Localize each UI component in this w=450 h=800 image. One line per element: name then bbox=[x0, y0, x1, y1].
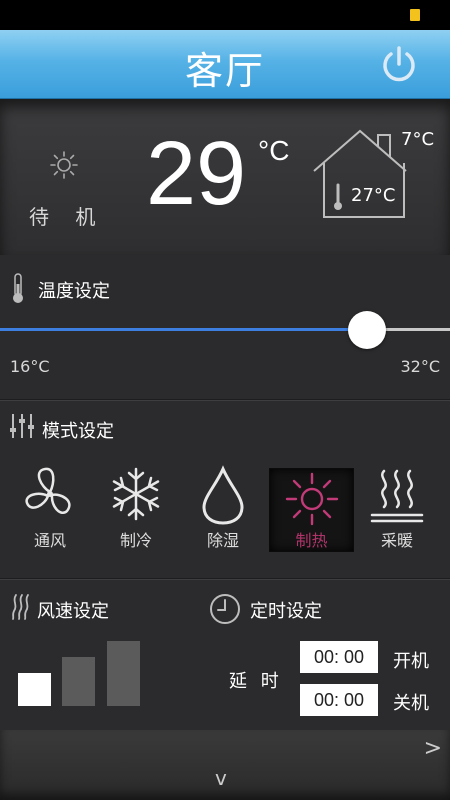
mode-label: 通风 bbox=[33, 531, 66, 550]
mode-dehumidify-button[interactable]: 除湿 bbox=[183, 465, 263, 551]
timer-section-title: 定时设定 bbox=[250, 601, 322, 622]
temperature-slider-thumb[interactable] bbox=[347, 311, 386, 349]
fan-section-title: 风速设定 bbox=[37, 601, 109, 622]
fan-icon bbox=[25, 467, 71, 514]
app-header: 客厅 bbox=[0, 30, 450, 99]
sun-icon bbox=[285, 472, 338, 526]
sun-icon bbox=[50, 151, 78, 179]
mode-cooling-button[interactable]: 制冷 bbox=[96, 465, 176, 551]
indoor-temperature: 27°C bbox=[351, 185, 396, 206]
divider bbox=[0, 399, 450, 400]
power-on-label: 开机 bbox=[393, 651, 429, 672]
next-page-chevron-icon[interactable]: > bbox=[424, 736, 442, 761]
mode-label: 采暖 bbox=[380, 531, 413, 550]
temperature-min-label: 16°C bbox=[10, 357, 50, 376]
mode-label: 制冷 bbox=[119, 531, 152, 550]
temperature-slider-fill bbox=[0, 328, 367, 331]
mode-ventilation-button[interactable]: 通风 bbox=[10, 465, 90, 551]
fan-speed-low-button[interactable] bbox=[18, 673, 51, 706]
mode-status-text: 待 机 bbox=[29, 205, 106, 229]
power-off-time-field[interactable]: 00: 00 bbox=[300, 684, 378, 716]
mode-section-title: 模式设定 bbox=[42, 421, 114, 442]
status-panel: 待 机 29 °C 7°C 27°C bbox=[0, 99, 450, 255]
temperature-unit: °C bbox=[258, 135, 290, 166]
power-off-label: 关机 bbox=[393, 693, 429, 714]
heating-waves-icon bbox=[370, 469, 424, 523]
power-icon[interactable] bbox=[376, 44, 422, 84]
expand-chevron-icon[interactable]: v bbox=[215, 766, 227, 790]
footer-bar: > v bbox=[0, 730, 450, 800]
clock-icon bbox=[210, 594, 240, 624]
droplet-icon bbox=[202, 465, 244, 525]
thermometer-icon bbox=[13, 273, 23, 303]
mode-floor-heating-button[interactable]: 采暖 bbox=[357, 465, 437, 551]
mode-label: 除湿 bbox=[206, 531, 239, 550]
battery-icon bbox=[410, 9, 420, 21]
power-on-time-field[interactable]: 00: 00 bbox=[300, 641, 378, 673]
snowflake-icon bbox=[112, 467, 160, 521]
outdoor-temperature: 7°C bbox=[401, 129, 435, 150]
mode-label: 制热 bbox=[295, 531, 328, 550]
delay-label: 延 时 bbox=[229, 671, 283, 692]
mode-heating-button[interactable]: 制热 bbox=[269, 468, 354, 552]
wind-icon bbox=[12, 594, 29, 620]
divider bbox=[0, 578, 450, 579]
sliders-icon bbox=[10, 414, 34, 438]
fan-speed-high-button[interactable] bbox=[107, 641, 140, 706]
status-bar bbox=[0, 0, 450, 30]
set-temperature: 29 bbox=[146, 124, 247, 224]
fan-speed-medium-button[interactable] bbox=[62, 657, 95, 706]
temperature-max-label: 32°C bbox=[400, 357, 440, 376]
temperature-section-title: 温度设定 bbox=[38, 281, 110, 302]
